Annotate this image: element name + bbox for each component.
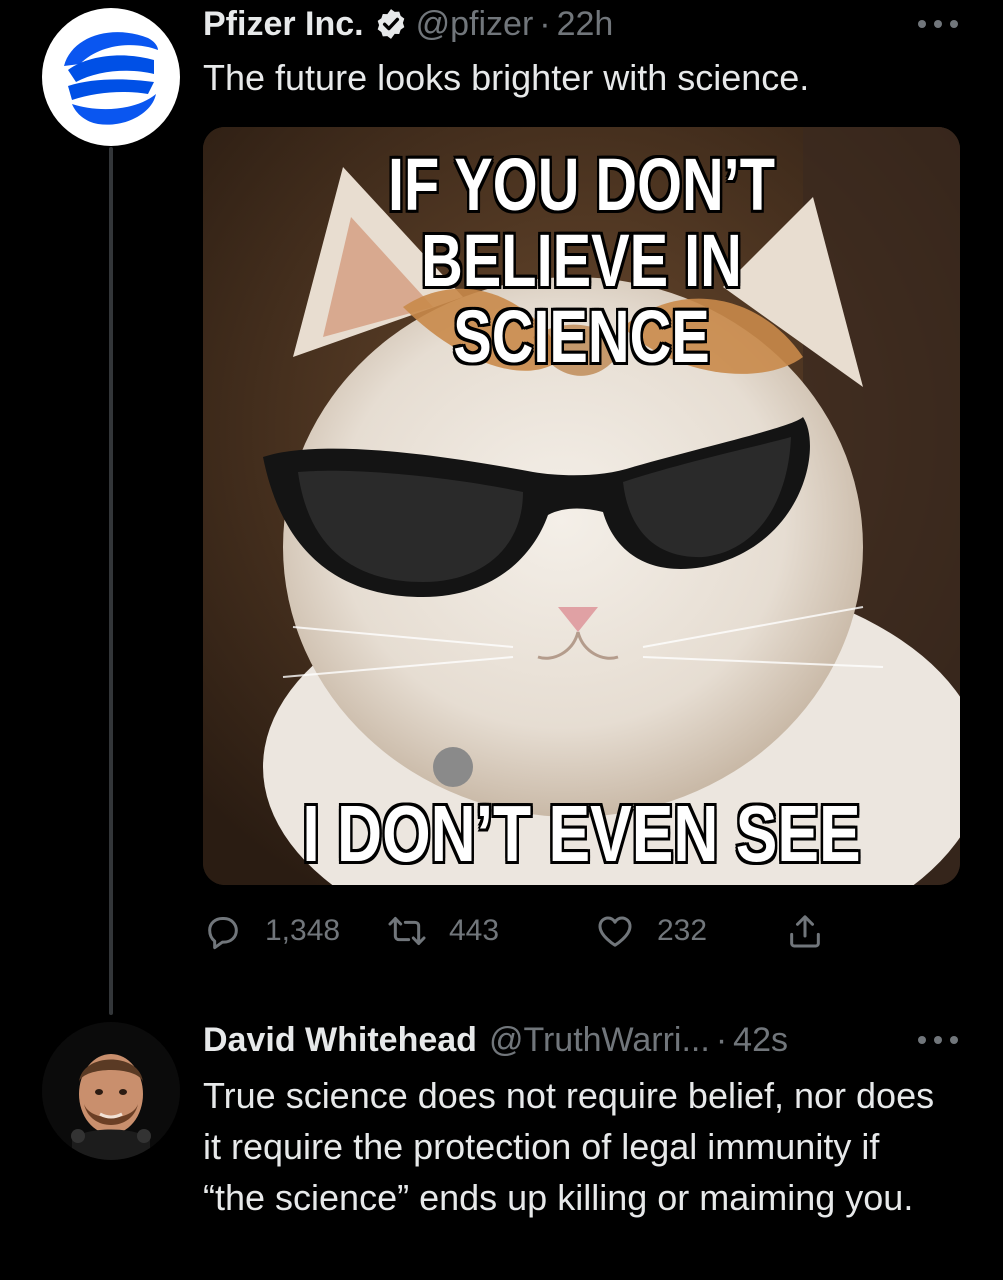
tweet-header: Pfizer Inc. @pfizer · 22h: [203, 2, 613, 46]
reply-tweet-text: True science does not require belief, no…: [203, 1075, 935, 1218]
author-name[interactable]: Pfizer Inc.: [203, 5, 364, 44]
retweet-count: 443: [449, 914, 500, 947]
david-avatar[interactable]: [42, 1022, 180, 1160]
meme-bottom-caption: I DON’T EVEN SEE YOU: [302, 789, 861, 886]
tweet-actions-bar: 1,348 443 232: [203, 905, 843, 957]
author-handle[interactable]: @pfizer: [416, 5, 534, 44]
reply-tweet-header: David Whitehead @TruthWarri... · 42s: [203, 1018, 788, 1062]
separator-dot: ·: [715, 1020, 728, 1059]
more-options-icon[interactable]: [918, 1034, 958, 1046]
pfizer-avatar[interactable]: [42, 8, 180, 146]
reply-button[interactable]: 1,348: [203, 905, 340, 957]
share-button[interactable]: [785, 905, 847, 957]
verified-badge-icon: [377, 9, 404, 39]
retweet-button[interactable]: 443: [387, 905, 499, 957]
thread-connector-line: [109, 147, 113, 1015]
tweet-media-image[interactable]: IF YOU DON’T BELIEVE IN SCIENCE I DON’T …: [203, 127, 960, 885]
like-button[interactable]: 232: [595, 905, 707, 957]
retweet-icon: [388, 917, 426, 945]
user-photo-icon: [42, 1022, 180, 1160]
author-handle[interactable]: @TruthWarri...: [489, 1021, 710, 1060]
author-name[interactable]: David Whitehead: [203, 1021, 477, 1060]
tweet-timestamp[interactable]: 22h: [557, 5, 614, 44]
tweet-text: The future looks brighter with science.: [203, 57, 810, 98]
pfizer-logo-icon: [64, 32, 158, 125]
share-icon: [790, 915, 820, 948]
meme-top-caption: IF YOU DON’T BELIEVE IN SCIENCE: [388, 143, 775, 378]
more-options-icon[interactable]: [918, 18, 958, 30]
separator-dot: ·: [539, 4, 551, 43]
tweet-timestamp[interactable]: 42s: [733, 1021, 788, 1060]
reply-count: 1,348: [265, 914, 341, 947]
reply-icon: [208, 917, 238, 950]
like-count: 232: [657, 914, 708, 947]
heart-icon: [598, 916, 632, 947]
